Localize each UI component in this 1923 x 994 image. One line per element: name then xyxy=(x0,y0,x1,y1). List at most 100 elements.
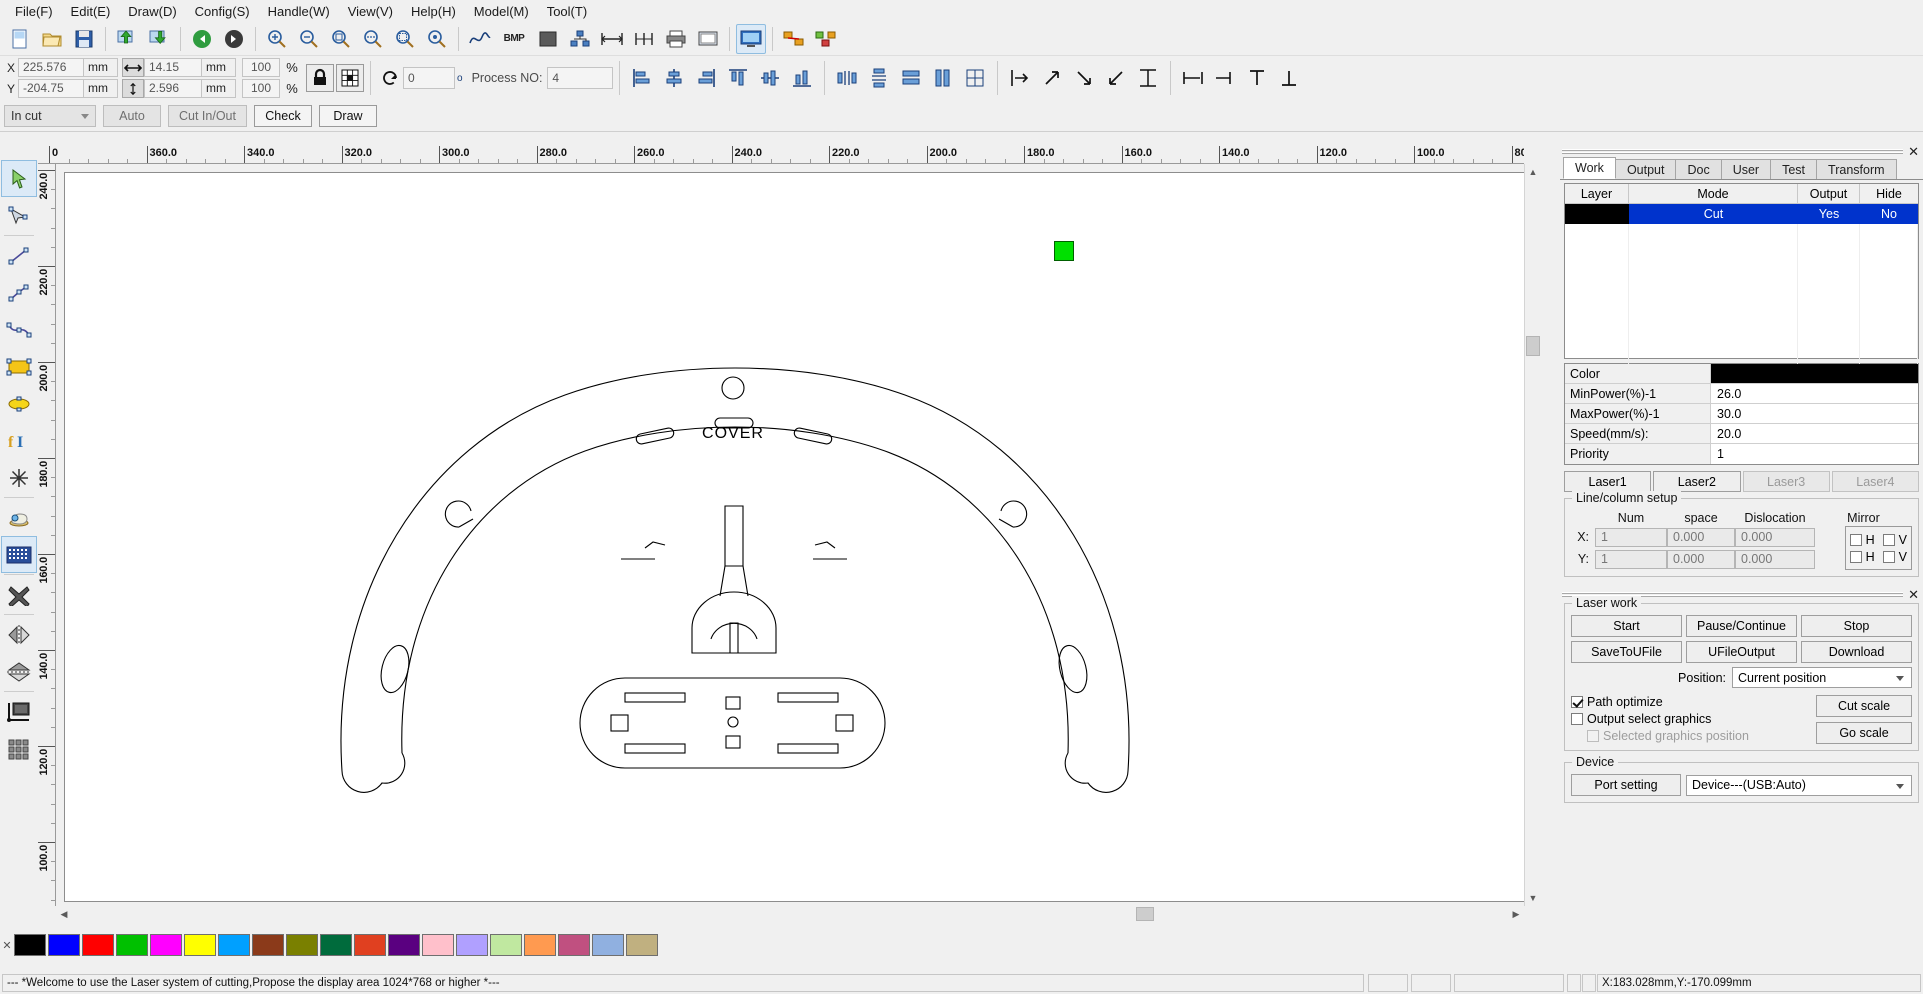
process-no-input[interactable]: 4 xyxy=(547,67,614,89)
laser1-button[interactable]: Laser1 xyxy=(1564,471,1652,492)
port-setting-button[interactable]: Port setting xyxy=(1571,774,1681,796)
anchor-grid-icon[interactable] xyxy=(336,64,364,92)
open-file-icon[interactable] xyxy=(37,24,67,54)
zoom-all-icon[interactable] xyxy=(422,24,452,54)
ellipse-tool-icon[interactable] xyxy=(1,385,37,422)
menu-handle[interactable]: Handle(W) xyxy=(259,2,339,21)
palette-close-icon[interactable]: ✕ xyxy=(0,939,14,952)
path-optimize-checkbox[interactable] xyxy=(1571,696,1583,708)
horizontal-scroll-thumb[interactable] xyxy=(1136,907,1154,921)
scale-y-input[interactable]: 100 xyxy=(242,79,280,98)
drawing-canvas[interactable]: COVER xyxy=(64,172,1526,902)
property-row-color[interactable]: Color xyxy=(1565,364,1918,384)
display-icon[interactable] xyxy=(736,23,766,54)
start-button[interactable]: Start xyxy=(1571,615,1682,637)
tab-work[interactable]: Work xyxy=(1563,157,1616,179)
line-tool-icon[interactable] xyxy=(1,237,37,274)
measure-v-icon[interactable] xyxy=(629,24,659,54)
property-value[interactable]: 30.0 xyxy=(1711,404,1918,423)
palette-color-swatch[interactable] xyxy=(14,934,46,956)
same-size-icon[interactable] xyxy=(960,63,990,93)
zoom-reduce-icon[interactable] xyxy=(326,24,356,54)
palette-color-swatch[interactable] xyxy=(388,934,420,956)
layer-color-swatch[interactable] xyxy=(1565,204,1629,224)
mirror-y-v-row[interactable]: V xyxy=(1882,550,1907,564)
mirror-x-h-row[interactable]: H xyxy=(1849,533,1875,547)
node-edit-tool-icon[interactable] xyxy=(1,197,37,234)
offset-left-icon[interactable] xyxy=(1178,63,1208,93)
check-button[interactable]: Check xyxy=(253,104,312,127)
scroll-up-arrow-icon[interactable]: ▲ xyxy=(1525,164,1541,180)
palette-color-swatch[interactable] xyxy=(626,934,658,956)
align-top-icon[interactable] xyxy=(723,63,753,93)
align-center-v-icon[interactable] xyxy=(755,63,785,93)
same-width-icon[interactable] xyxy=(896,63,926,93)
distribute-icon[interactable] xyxy=(565,24,595,54)
device-select[interactable]: Device---(USB:Auto) xyxy=(1686,774,1912,796)
vertical-ruler[interactable]: 240.0 220.0 200.0 180.0 160.0 140.0 120.0 100.0 xyxy=(38,164,56,906)
download-button[interactable]: Download xyxy=(1801,641,1912,663)
menu-draw[interactable]: Draw(D) xyxy=(119,2,185,21)
palette-color-swatch[interactable] xyxy=(218,934,250,956)
node-mid-icon[interactable] xyxy=(1133,63,1163,93)
curve-icon[interactable] xyxy=(465,24,495,54)
go-scale-button[interactable]: Go scale xyxy=(1816,722,1912,744)
layer-table[interactable]: Layer Mode Output Hide Cut Yes No xyxy=(1564,183,1919,364)
x-num-input[interactable]: 1 xyxy=(1595,527,1667,547)
palette-color-swatch[interactable] xyxy=(150,934,182,956)
tab-test[interactable]: Test xyxy=(1770,159,1818,179)
mirror-x-h-checkbox[interactable] xyxy=(1849,533,1862,546)
horizontal-ruler[interactable]: 0 360.0 340.0 320.0 300.0 280.0 260.0 240.0 220.… xyxy=(38,146,1524,164)
snap-tool-icon[interactable] xyxy=(1,459,37,496)
mirror-x-v-checkbox[interactable] xyxy=(1882,533,1895,546)
polyline-tool-icon[interactable] xyxy=(1,274,37,311)
cut-in-out-button[interactable]: Cut In/Out xyxy=(168,104,247,127)
stop-button[interactable]: Stop xyxy=(1801,615,1912,637)
node-start-icon[interactable] xyxy=(1005,63,1035,93)
mirror-x-v-row[interactable]: V xyxy=(1882,533,1907,547)
zoom-select-icon[interactable] xyxy=(358,24,388,54)
width-input[interactable]: 14.15 xyxy=(144,58,202,77)
dist-h-icon[interactable] xyxy=(832,63,862,93)
height-input[interactable]: 2.596 xyxy=(144,79,202,98)
menu-help[interactable]: Help(H) xyxy=(402,2,465,21)
close-laserwork-icon[interactable]: ✕ xyxy=(1908,587,1919,603)
position-select[interactable]: Current position xyxy=(1732,667,1912,688)
save-to-ufile-button[interactable]: SaveToUFile xyxy=(1571,641,1682,663)
scale-x-input[interactable]: 100 xyxy=(242,58,280,77)
select-tool-icon[interactable] xyxy=(1,160,37,197)
array-tool-icon[interactable] xyxy=(1,536,37,573)
node-end-icon[interactable] xyxy=(1101,63,1131,93)
ufile-output-button[interactable]: UFileOutput xyxy=(1686,641,1797,663)
measure-h-icon[interactable] xyxy=(597,24,627,54)
mirror-y-v-checkbox[interactable] xyxy=(1882,550,1895,563)
menu-tool[interactable]: Tool(T) xyxy=(538,2,596,21)
offset-bottom-icon[interactable] xyxy=(1274,63,1304,93)
palette-color-swatch[interactable] xyxy=(558,934,590,956)
align-right-icon[interactable] xyxy=(691,63,721,93)
y-position-input[interactable]: -204.75 xyxy=(18,79,84,98)
y-space-input[interactable]: 0.000 xyxy=(1667,549,1735,569)
bmp-icon[interactable]: BMP xyxy=(497,24,531,54)
zoom-in-icon[interactable] xyxy=(262,24,292,54)
cut-mode-select[interactable]: In cut xyxy=(4,104,96,127)
cut-scale-button[interactable]: Cut scale xyxy=(1816,695,1912,717)
capture-tool-icon[interactable] xyxy=(1,499,37,536)
palette-color-swatch[interactable] xyxy=(354,934,386,956)
canvas-vertical-scrollbar[interactable]: ▲ ▼ xyxy=(1524,164,1541,906)
offset-top-icon[interactable] xyxy=(1242,63,1272,93)
save-file-icon[interactable] xyxy=(69,24,99,54)
palette-color-swatch[interactable] xyxy=(116,934,148,956)
selection-marker[interactable] xyxy=(1054,241,1074,261)
layer-output-value[interactable]: Yes xyxy=(1798,204,1860,224)
property-row-maxpower[interactable]: MaxPower(%)-1 30.0 xyxy=(1565,404,1918,424)
mirror-y-h-checkbox[interactable] xyxy=(1849,550,1862,563)
color-swatch[interactable] xyxy=(1711,364,1918,383)
x-position-input[interactable]: 225.576 xyxy=(18,58,84,77)
tab-output[interactable]: Output xyxy=(1614,159,1677,179)
property-row-minpower[interactable]: MinPower(%)-1 26.0 xyxy=(1565,384,1918,404)
property-value[interactable]: 20.0 xyxy=(1711,424,1918,443)
scroll-down-arrow-icon[interactable]: ▼ xyxy=(1525,890,1541,906)
property-value[interactable]: 26.0 xyxy=(1711,384,1918,403)
palette-color-swatch[interactable] xyxy=(490,934,522,956)
